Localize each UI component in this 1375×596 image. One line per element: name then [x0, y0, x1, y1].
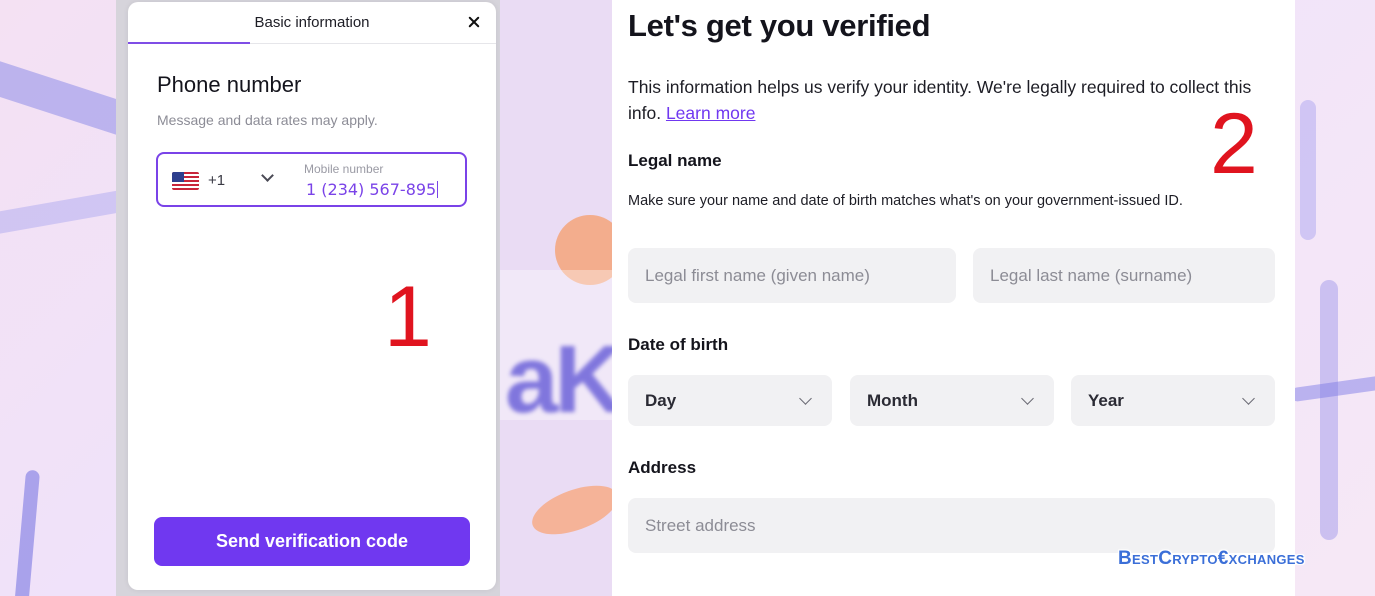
month-select[interactable]: Month	[850, 375, 1054, 426]
step-number-1: 1	[384, 269, 432, 365]
legal-first-name-input[interactable]: Legal first name (given name)	[628, 248, 956, 303]
street-address-input[interactable]: Street address	[628, 498, 1275, 553]
legal-last-name-input[interactable]: Legal last name (surname)	[973, 248, 1275, 303]
year-select[interactable]: Year	[1071, 375, 1275, 426]
date-of-birth-label: Date of birth	[628, 335, 729, 354]
info-text: This information helps us verify your id…	[628, 74, 1278, 126]
page-title: Let's get you verified	[628, 8, 931, 43]
year-select-label: Year	[1088, 391, 1124, 410]
watermark-logo: BestCrypto€xchanges	[1118, 548, 1305, 569]
decorative-streak	[1320, 280, 1338, 540]
month-select-label: Month	[867, 391, 918, 410]
screenshot-stage: aKı Basic information Phone number Messa…	[0, 0, 1375, 596]
phone-number-field[interactable]: +1 Mobile number 1 (234) 567-895	[156, 152, 467, 207]
dial-code[interactable]: +1	[208, 172, 225, 189]
phone-heading: Phone number	[157, 72, 302, 97]
address-label: Address	[628, 458, 697, 477]
legal-name-label: Legal name	[628, 151, 722, 170]
phone-modal: Basic information Phone number Message a…	[128, 2, 496, 590]
chevron-down-icon	[799, 392, 812, 405]
chevron-down-icon	[1021, 392, 1034, 405]
chevron-down-icon	[1242, 392, 1255, 405]
us-flag-icon[interactable]	[172, 172, 199, 190]
learn-more-link[interactable]: Learn more	[666, 103, 756, 123]
phone-subtext: Message and data rates may apply.	[157, 112, 378, 128]
close-icon[interactable]	[464, 12, 484, 32]
mobile-number-value: 1 (234) 567-895	[306, 180, 437, 199]
modal-title: Basic information	[254, 14, 370, 31]
progress-indicator	[128, 42, 250, 44]
modal-header: Basic information	[128, 2, 496, 44]
day-select-label: Day	[645, 391, 677, 410]
decorative-streak	[1300, 100, 1316, 240]
step-number-2: 2	[1210, 96, 1258, 192]
day-select[interactable]: Day	[628, 375, 832, 426]
chevron-down-icon[interactable]	[261, 170, 273, 182]
text-caret	[437, 181, 439, 198]
legal-name-note: Make sure your name and date of birth ma…	[628, 193, 1183, 209]
mobile-number-input[interactable]: 1 (234) 567-895	[306, 180, 439, 199]
verification-form: Let's get you verified This information …	[612, 0, 1295, 596]
send-verification-code-button[interactable]: Send verification code	[154, 517, 470, 566]
mobile-number-label: Mobile number	[304, 162, 384, 176]
